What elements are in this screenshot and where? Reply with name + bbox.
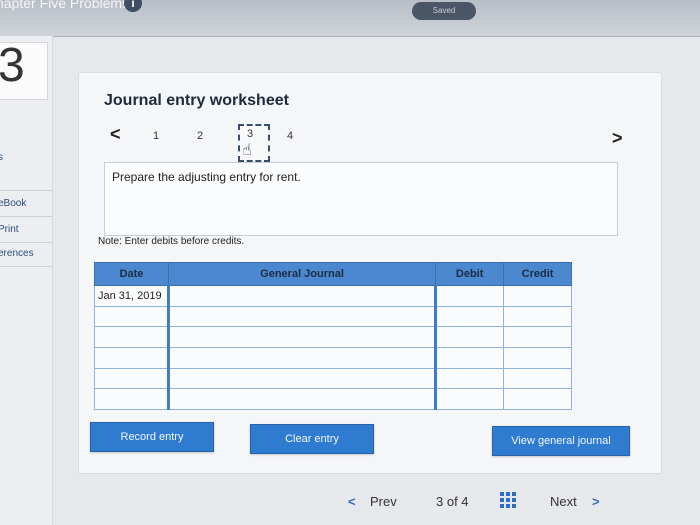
column-header-date: Date — [94, 262, 169, 286]
date-cell[interactable] — [94, 346, 169, 369]
next-button[interactable]: Next — [550, 494, 577, 509]
debit-cell[interactable] — [434, 388, 505, 410]
journal-table: Date General Journal Debit Credit Jan 31… — [94, 262, 572, 410]
grid-icon[interactable] — [500, 492, 516, 508]
column-header-debit: Debit — [435, 262, 505, 286]
account-cell[interactable] — [166, 305, 437, 328]
table-row — [94, 326, 572, 348]
step-next-arrow[interactable]: > — [612, 128, 623, 149]
step-1[interactable]: 1 — [150, 130, 162, 142]
rail-item-ebook[interactable]: eBook — [0, 198, 26, 209]
account-cell[interactable] — [166, 367, 437, 390]
next-chevron-icon[interactable]: > — [592, 494, 600, 509]
account-cell[interactable] — [166, 346, 437, 369]
rail-item-print[interactable]: Print — [0, 224, 19, 235]
date-cell[interactable]: Jan 31, 2019 — [94, 285, 169, 307]
debit-cell[interactable] — [434, 305, 505, 328]
left-rail — [0, 36, 53, 525]
credit-cell[interactable] — [503, 326, 572, 348]
date-cell[interactable] — [94, 326, 169, 348]
info-icon[interactable]: i — [124, 0, 142, 12]
debit-cell[interactable] — [434, 346, 505, 369]
rail-divider — [0, 266, 52, 267]
rail-item-points: s — [0, 152, 3, 163]
view-general-journal-button[interactable]: View general journal — [492, 426, 630, 456]
clear-entry-button[interactable]: Clear entry — [250, 424, 374, 454]
table-row — [94, 367, 572, 390]
step-4[interactable]: 4 — [284, 130, 296, 142]
date-cell[interactable] — [94, 367, 169, 390]
chapter-title: hapter Five Problems — [0, 0, 130, 11]
credit-cell[interactable] — [503, 367, 572, 390]
date-cell[interactable] — [94, 388, 169, 410]
hand-cursor-icon: ☝ — [242, 142, 252, 159]
rail-divider — [0, 190, 52, 191]
date-cell[interactable] — [94, 305, 169, 328]
page-position: 3 of 4 — [436, 494, 469, 509]
record-entry-button[interactable]: Record entry — [90, 422, 214, 452]
column-header-credit: Credit — [503, 262, 572, 286]
table-row — [94, 305, 572, 328]
debit-cell[interactable] — [434, 367, 505, 390]
rail-divider — [0, 216, 52, 217]
saved-status-pill: Saved — [412, 2, 476, 20]
account-cell[interactable] — [166, 285, 437, 307]
account-cell[interactable] — [166, 388, 437, 410]
credit-cell[interactable] — [503, 388, 572, 410]
rail-divider — [0, 242, 52, 243]
note-text: Note: Enter debits before credits. — [98, 236, 245, 247]
rail-item-references[interactable]: erences — [0, 248, 34, 259]
table-row — [94, 346, 572, 369]
debit-cell[interactable] — [434, 285, 505, 307]
step-2[interactable]: 2 — [194, 130, 206, 142]
step-3: 3 — [246, 128, 254, 140]
credit-cell[interactable] — [503, 346, 572, 369]
prev-chevron-icon[interactable]: < — [348, 494, 356, 509]
table-row: Jan 31, 2019 — [94, 285, 572, 307]
credit-cell[interactable] — [503, 285, 572, 307]
account-cell[interactable] — [166, 326, 437, 348]
debit-cell[interactable] — [434, 326, 505, 348]
prev-button[interactable]: Prev — [370, 494, 397, 509]
table-header-row: Date General Journal Debit Credit — [94, 262, 572, 286]
table-row — [94, 388, 572, 410]
column-header-general-journal: General Journal — [167, 262, 437, 286]
step-prev-arrow[interactable]: < — [110, 124, 121, 145]
question-number: 3 — [0, 39, 25, 92]
credit-cell[interactable] — [503, 305, 572, 328]
worksheet-title: Journal entry worksheet — [104, 92, 289, 109]
prompt-text: Prepare the adjusting entry for rent. — [112, 170, 301, 184]
top-bar: hapter Five Problems i Saved — [0, 0, 700, 37]
